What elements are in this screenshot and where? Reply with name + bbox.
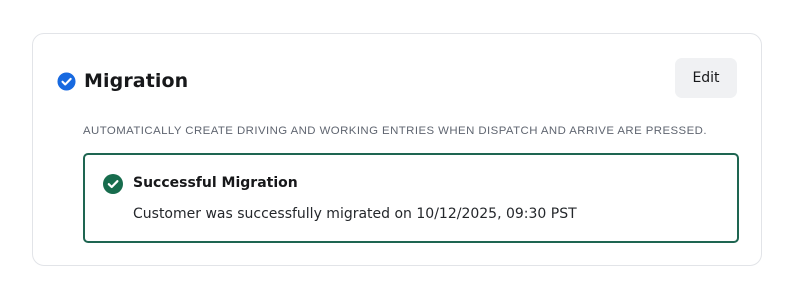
card-header: Migration <box>57 68 188 94</box>
migration-card: Migration Edit AUTOMATICALLY CREATE DRIV… <box>32 33 762 266</box>
check-circle-icon <box>57 71 76 91</box>
success-check-icon <box>103 174 123 194</box>
migration-description: AUTOMATICALLY CREATE DRIVING AND WORKING… <box>83 125 707 137</box>
edit-button[interactable]: Edit <box>675 58 737 98</box>
alert-title: Successful Migration <box>133 175 298 191</box>
success-alert: Successful Migration Customer was succes… <box>83 153 739 243</box>
alert-message: Customer was successfully migrated on 10… <box>133 206 577 222</box>
page-title: Migration <box>84 70 189 92</box>
